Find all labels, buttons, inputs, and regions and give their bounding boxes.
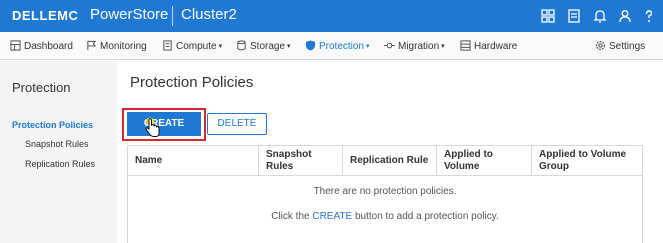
nav-dashboard[interactable]: Dashboard xyxy=(10,40,73,52)
empty-table-message: There are no protection policies. xyxy=(313,186,457,197)
table-header: Name Snapshot Rules Replication Rule App… xyxy=(128,146,642,176)
chevron-down-icon: ▾ xyxy=(441,43,445,50)
delete-button[interactable]: DELETE xyxy=(207,113,267,135)
migration-icon xyxy=(384,42,395,49)
list-icon[interactable] xyxy=(566,8,582,24)
column-header-applied-to-volume-group[interactable]: Applied to Volume Group xyxy=(531,146,642,176)
gear-icon xyxy=(596,41,605,50)
nav-storage[interactable]: Storage ▾ xyxy=(236,40,291,52)
sidebar-item-protection-policies[interactable]: Protection Policies xyxy=(12,120,93,130)
storage-icon xyxy=(237,40,246,51)
header-divider xyxy=(172,6,173,26)
chevron-down-icon: ▾ xyxy=(218,43,223,50)
panel-title: Protection xyxy=(12,80,71,95)
column-header-name[interactable]: Name xyxy=(128,146,258,176)
hand-cursor-icon xyxy=(145,117,160,137)
empty-table-hint: Click the CREATE button to add a protect… xyxy=(271,211,499,222)
sidebar-item-snapshot-rules[interactable]: Snapshot Rules xyxy=(25,139,89,149)
nav-migration[interactable]: Migration ▾ xyxy=(384,40,445,52)
hardware-icon xyxy=(460,40,471,51)
nav-monitoring[interactable]: Monitoring xyxy=(86,40,147,52)
flag-icon xyxy=(87,40,97,51)
dell-emc-logo: DELLEMC xyxy=(12,8,79,23)
shield-icon xyxy=(305,40,316,51)
nav-hardware[interactable]: Hardware xyxy=(460,40,517,52)
protection-policies-table: Name Snapshot Rules Replication Rule App… xyxy=(127,145,643,243)
create-button[interactable]: CREATE xyxy=(127,112,201,136)
help-icon[interactable] xyxy=(641,8,657,24)
page-title: Protection Policies xyxy=(130,74,254,91)
sidebar-item-replication-rules[interactable]: Replication Rules xyxy=(25,159,95,169)
nav-compute[interactable]: Compute ▾ xyxy=(162,40,222,52)
top-header-bar: DELLEMC PowerStore Cluster2 xyxy=(0,0,663,32)
main-nav-bar: Dashboard Monitoring Compute ▾ Storage ▾ P… xyxy=(0,32,663,60)
chevron-down-icon: ▾ xyxy=(287,43,291,50)
tasks-icon[interactable] xyxy=(540,8,556,24)
column-header-replication-rule[interactable]: Replication Rule xyxy=(342,146,436,176)
user-icon[interactable] xyxy=(617,8,633,24)
cluster-name: Cluster2 xyxy=(181,6,237,23)
compute-icon xyxy=(163,40,172,51)
nav-protection[interactable]: Protection ▾ xyxy=(305,40,370,52)
nav-settings[interactable]: Settings xyxy=(595,40,645,52)
left-panel: Protection Protection Policies Snapshot … xyxy=(0,61,117,243)
chevron-down-icon: ▾ xyxy=(366,43,370,50)
dashboard-icon xyxy=(10,40,21,51)
product-name: PowerStore xyxy=(90,6,169,23)
bell-icon[interactable] xyxy=(592,8,608,24)
column-header-snapshot-rules[interactable]: Snapshot Rules xyxy=(258,146,342,176)
create-link[interactable]: CREATE xyxy=(312,211,352,222)
column-header-applied-to-volume[interactable]: Applied to Volume xyxy=(436,146,531,176)
